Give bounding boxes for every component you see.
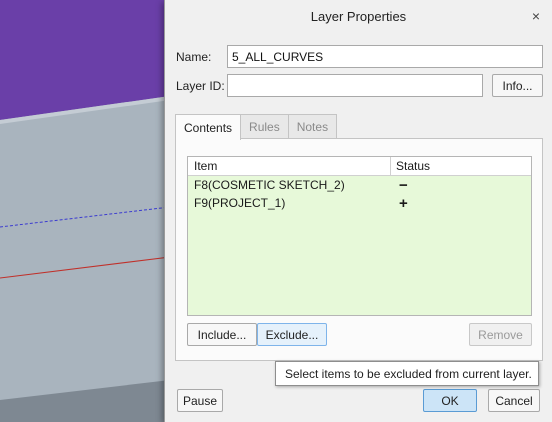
- tab-rules[interactable]: Rules: [240, 114, 289, 139]
- list-item[interactable]: F8(COSMETIC SKETCH_2) −: [188, 176, 531, 194]
- close-icon[interactable]: ×: [526, 6, 546, 26]
- model-face: [0, 96, 170, 422]
- column-header-item[interactable]: Item: [188, 157, 391, 175]
- item-name: F8(COSMETIC SKETCH_2): [194, 178, 345, 192]
- name-field[interactable]: [227, 45, 543, 68]
- tab-contents[interactable]: Contents: [175, 114, 242, 140]
- include-button[interactable]: Include...: [187, 323, 257, 346]
- title-bar: Layer Properties ×: [165, 0, 552, 32]
- status-excluded-icon: −: [399, 176, 408, 194]
- list-item[interactable]: F9(PROJECT_1) +: [188, 194, 531, 212]
- tab-notes[interactable]: Notes: [287, 114, 338, 139]
- exclude-button[interactable]: Exclude...: [257, 323, 327, 346]
- items-list[interactable]: Item Status F8(COSMETIC SKETCH_2) − F9(P…: [187, 156, 532, 316]
- contents-panel: Item Status F8(COSMETIC SKETCH_2) − F9(P…: [175, 138, 543, 361]
- cancel-button[interactable]: Cancel: [488, 389, 540, 412]
- pause-button[interactable]: Pause: [177, 389, 223, 412]
- ok-button[interactable]: OK: [423, 389, 477, 412]
- layer-id-field[interactable]: [227, 74, 483, 97]
- dialog-title: Layer Properties: [310, 8, 407, 24]
- list-header: Item Status: [188, 157, 531, 176]
- name-label: Name:: [176, 50, 212, 64]
- layer-id-label: Layer ID:: [176, 79, 225, 93]
- layer-properties-dialog: Layer Properties × Name: Layer ID: Info.…: [164, 0, 552, 422]
- info-button[interactable]: Info...: [492, 74, 543, 97]
- exclude-tooltip: Select items to be excluded from current…: [275, 361, 539, 386]
- tab-bar: Contents Rules Notes: [175, 114, 338, 140]
- remove-button[interactable]: Remove: [469, 323, 532, 346]
- status-included-icon: +: [399, 194, 408, 212]
- column-header-status[interactable]: Status: [391, 157, 531, 175]
- item-name: F9(PROJECT_1): [194, 196, 286, 210]
